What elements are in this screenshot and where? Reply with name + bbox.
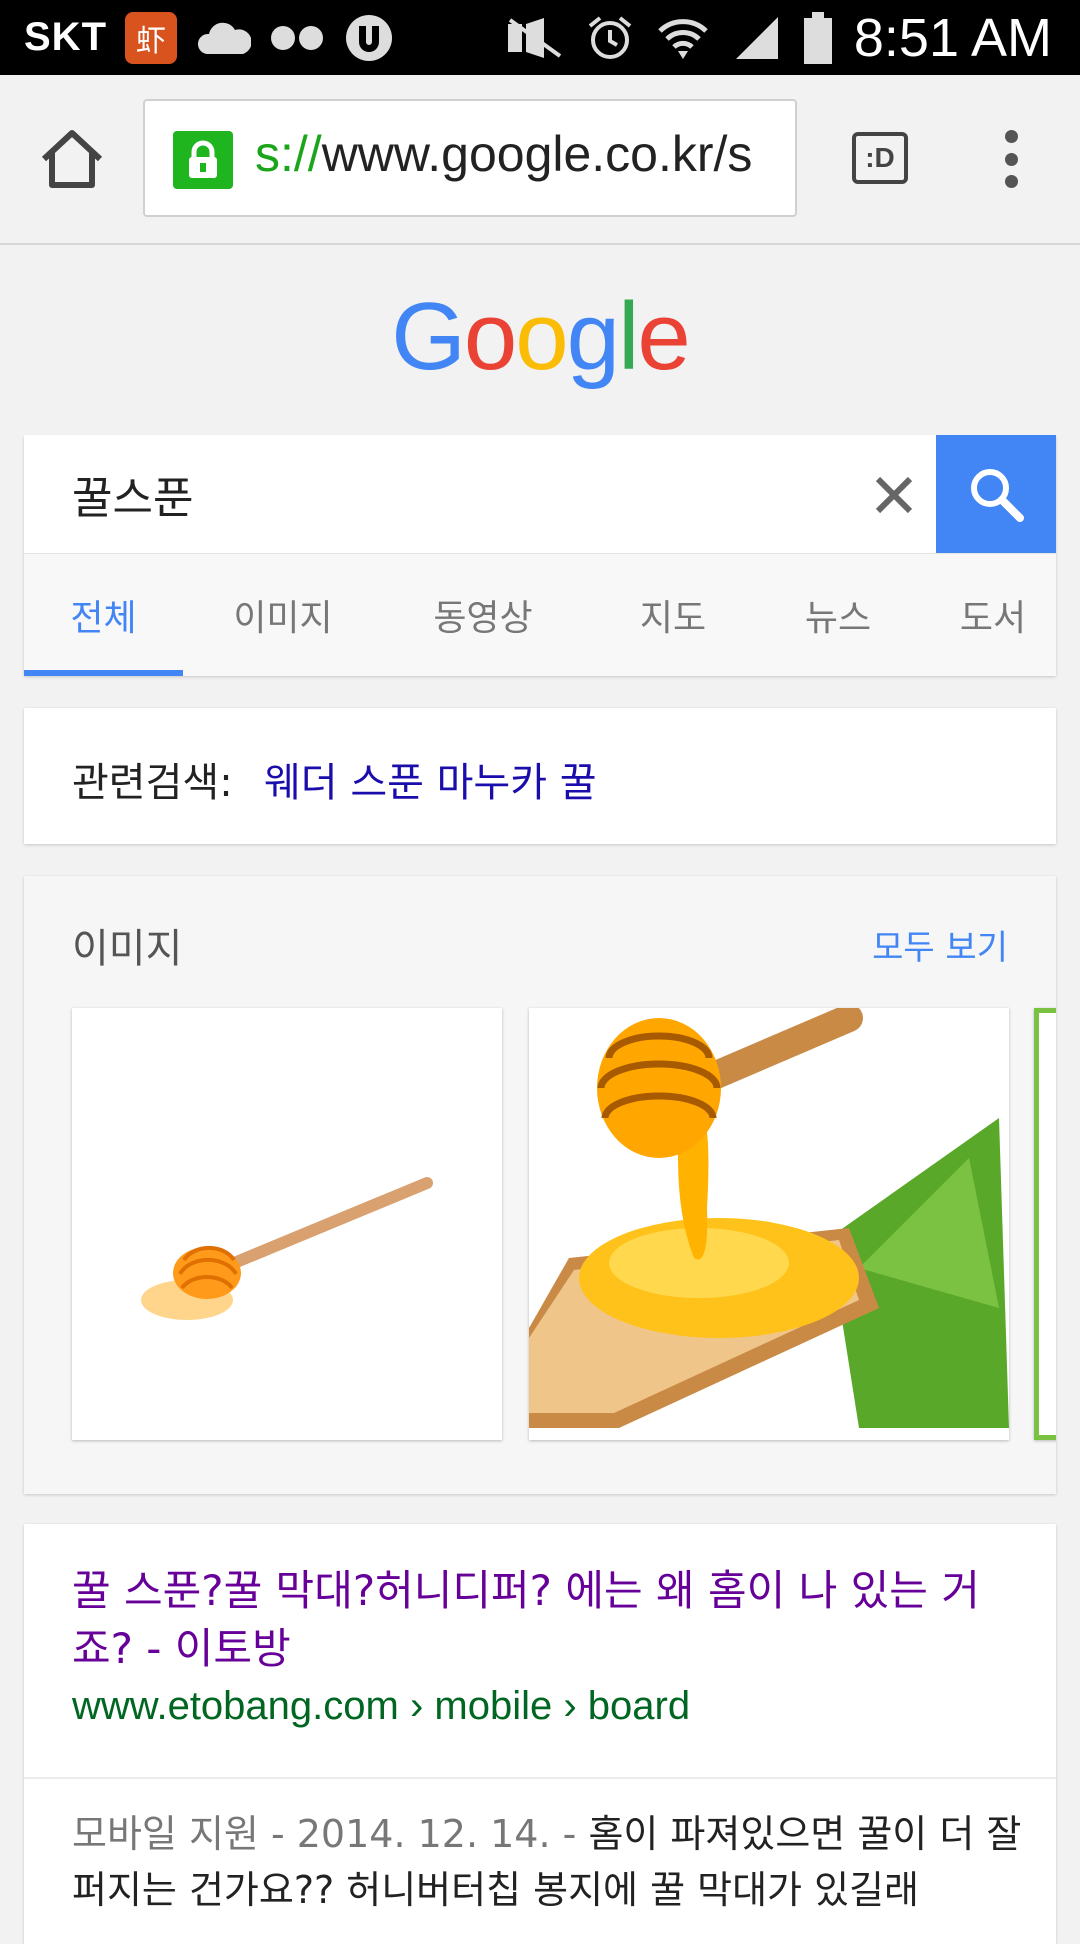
signal-icon — [732, 13, 782, 63]
result-url[interactable]: www.etobang.com › mobile › board — [72, 1684, 690, 1729]
active-tab-indicator — [24, 670, 183, 676]
related-search-link[interactable]: 웨더 스푼 마누카 꿀 — [264, 750, 597, 808]
tab-images[interactable]: 이미지 — [183, 554, 383, 676]
honey-bread-image — [529, 1008, 1009, 1428]
image-thumbnail[interactable] — [72, 1008, 502, 1440]
clock: 8:51 AM — [853, 7, 1052, 68]
tab-all[interactable]: 전체 — [24, 554, 183, 676]
url-scheme: s:// — [255, 126, 322, 182]
search-icon — [971, 469, 1024, 522]
honey-dipper-image — [141, 1177, 433, 1320]
tab-videos[interactable]: 동영상 — [383, 554, 583, 676]
app-notification-icon: 虾 — [125, 11, 177, 64]
home-icon — [41, 130, 103, 188]
clear-button[interactable] — [864, 465, 924, 525]
address-bar[interactable]: s://www.google.co.kr/s — [143, 99, 797, 217]
result-title-link[interactable]: 꿀 스푼?꿀 막대?허니디퍼? 에는 왜 홈이 나 있는 거죠? - 이토방 — [72, 1562, 1012, 1678]
alarm-icon — [586, 14, 634, 62]
browser-toolbar: s://www.google.co.kr/s :D — [0, 75, 1080, 245]
search-tabs: 전체 이미지 동영상 지도 뉴스 도서 — [24, 553, 1056, 676]
cloud-icon — [195, 18, 251, 58]
overflow-menu-icon[interactable] — [996, 130, 1026, 188]
home-button[interactable] — [38, 127, 106, 191]
url-host: www.google.co.kr/s — [321, 126, 753, 182]
images-card: 이미지 모두 보기 — [24, 876, 1056, 1494]
snippet-meta: 모바일 지원 - 2014. 12. 14. - — [72, 1812, 589, 1856]
lock-icon — [173, 131, 233, 189]
tab-news[interactable]: 뉴스 — [763, 554, 913, 676]
tab-books[interactable]: 도서 — [913, 554, 1073, 676]
divider — [24, 1777, 1056, 1779]
view-all-link[interactable]: 모두 보기 — [872, 920, 1008, 969]
related-search-card: 관련검색: 웨더 스푼 마누카 꿀 — [24, 708, 1056, 844]
images-heading: 이미지 — [72, 926, 183, 972]
tab-maps[interactable]: 지도 — [583, 554, 763, 676]
search-result: 꿀 스푼?꿀 막대?허니디퍼? 에는 왜 홈이 나 있는 거죠? - 이토방 w… — [24, 1524, 1056, 1944]
google-logo[interactable]: Google — [0, 282, 1080, 392]
wifi-icon — [656, 13, 710, 63]
search-button[interactable] — [936, 435, 1056, 553]
battery-icon — [803, 11, 832, 64]
image-thumbnail[interactable] — [1034, 1008, 1056, 1440]
related-search-label: 관련검색: — [72, 760, 233, 806]
search-box-card: 전체 이미지 동영상 지도 뉴스 도서 — [24, 435, 1056, 676]
image-thumbnail[interactable] — [529, 1008, 1009, 1440]
dots-icon — [269, 22, 325, 54]
mute-icon — [504, 16, 564, 60]
carrier-label: SKT — [24, 15, 107, 59]
tab-switcher-button[interactable]: :D — [852, 132, 908, 184]
status-bar: SKT 虾 8:51 AM — [0, 0, 1080, 75]
close-icon — [875, 476, 913, 514]
search-input[interactable] — [24, 435, 936, 553]
app-u-icon — [343, 12, 395, 64]
url-text: s://www.google.co.kr/s — [255, 125, 752, 183]
result-snippet: 모바일 지원 - 2014. 12. 14. - 홈이 파져있으면 꿀이 더 잘… — [72, 1806, 1022, 1918]
